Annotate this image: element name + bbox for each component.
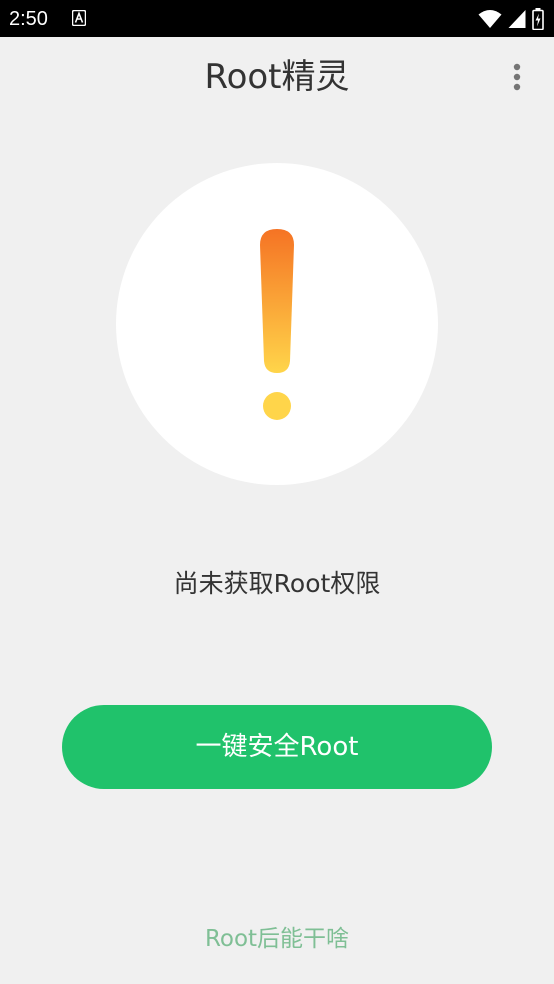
app-title: Root精灵	[204, 57, 350, 97]
more-vert-icon[interactable]	[512, 62, 522, 92]
status-icons	[478, 8, 544, 30]
status-bar: 2:50	[0, 0, 554, 37]
exclamation-icon	[260, 229, 294, 420]
one-click-root-button[interactable]: 一键安全Root	[62, 705, 492, 789]
signal-icon	[508, 10, 526, 28]
root-benefits-link[interactable]: Root后能干啥	[0, 922, 554, 956]
app-bar: Root精灵	[0, 37, 554, 119]
wifi-icon	[478, 10, 502, 28]
status-time: 2:50	[9, 8, 48, 30]
battery-charging-icon	[532, 8, 544, 30]
a-letter-icon	[72, 10, 86, 26]
root-status-text: 尚未获取Root权限	[173, 569, 381, 598]
